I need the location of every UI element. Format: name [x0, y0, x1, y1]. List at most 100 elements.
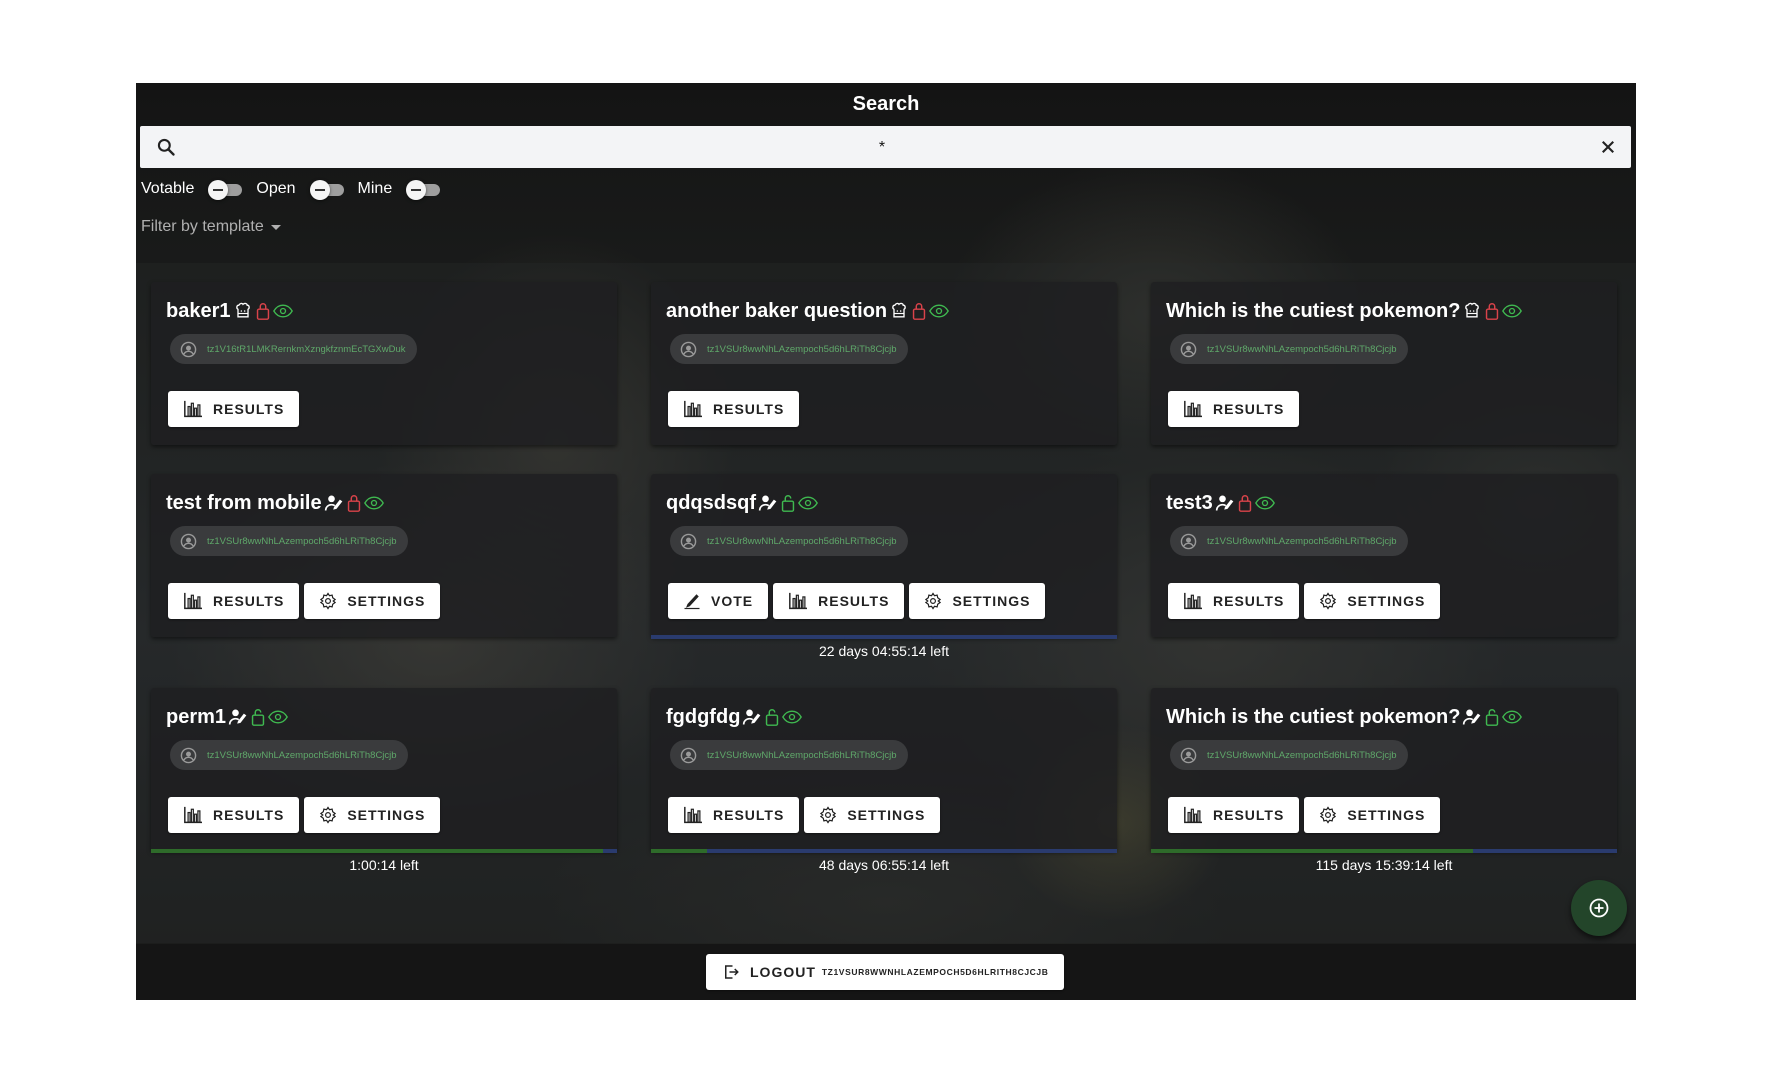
- logout-button[interactable]: LOGOUT TZ1VSUR8WWNHLAZEMPOCH5D6HLRITH8CJ…: [706, 954, 1064, 990]
- settings-button[interactable]: SETTINGS: [804, 797, 941, 833]
- lock-closed-icon: [256, 303, 269, 320]
- owner-chip[interactable]: tz1VSUr8wwNhLAzempoch5d6hLRiTh8Cjcjb: [670, 526, 908, 556]
- search-input[interactable]: [190, 126, 1574, 170]
- settings-button[interactable]: SETTINGS: [1304, 583, 1441, 619]
- poll-card: another baker question tz1VSUr8wwNhLAzemp…: [651, 282, 1117, 445]
- logout-label: LOGOUT: [750, 964, 816, 980]
- results-button[interactable]: RESULTS: [168, 391, 300, 427]
- poll-progress-fill: [1151, 849, 1473, 853]
- results-button[interactable]: RESULTS: [668, 797, 800, 833]
- owner-address: tz1VSUr8wwNhLAzempoch5d6hLRiTh8Cjcjb: [707, 343, 897, 355]
- avatar-icon: [680, 747, 697, 763]
- poll-title: Which is the cutiest pokemon?: [1166, 298, 1523, 324]
- mine-toggle[interactable]: [406, 180, 442, 200]
- search-icon: [157, 138, 175, 156]
- results-button[interactable]: RESULTS: [668, 391, 800, 427]
- poll-actions: RESULTS SETTINGS: [1168, 583, 1445, 619]
- poll-title: fgdgfdg: [666, 704, 803, 730]
- baker-icon: [235, 302, 250, 318]
- eye-icon: [798, 496, 818, 510]
- bar-chart-icon: [1184, 592, 1202, 610]
- results-button[interactable]: RESULTS: [168, 583, 300, 619]
- owner-chip[interactable]: tz1V16tR1LMKRernkmXzngkfznmEcTGXwDuk: [170, 334, 417, 364]
- settings-button-label: SETTINGS: [347, 807, 426, 823]
- poll-card: fgdgfdg tz1VSUr8wwNhLAzempoch5d6hLRiTh8Cj…: [651, 688, 1117, 873]
- settings-button-label: SETTINGS: [347, 593, 426, 609]
- owner-chip[interactable]: tz1VSUr8wwNhLAzempoch5d6hLRiTh8Cjcjb: [170, 526, 408, 556]
- time-left: 115 days 15:39:14 left: [1315, 857, 1453, 873]
- poll-actions: RESULTS SETTINGS: [168, 797, 445, 833]
- owner-address: tz1VSUr8wwNhLAzempoch5d6hLRiTh8Cjcjb: [707, 535, 897, 547]
- owner-address: tz1VSUr8wwNhLAzempoch5d6hLRiTh8Cjcjb: [207, 749, 397, 761]
- results-button[interactable]: RESULTS: [773, 583, 905, 619]
- add-poll-button[interactable]: [1571, 880, 1627, 936]
- results-button[interactable]: RESULTS: [1168, 797, 1300, 833]
- settings-button[interactable]: SETTINGS: [1304, 797, 1441, 833]
- owner-chip[interactable]: tz1VSUr8wwNhLAzempoch5d6hLRiTh8Cjcjb: [1170, 526, 1408, 556]
- bar-chart-icon: [184, 400, 202, 418]
- votable-toggle-label: Votable: [141, 180, 195, 197]
- avatar-icon: [180, 341, 197, 357]
- open-toggle-label: Open: [256, 180, 296, 197]
- settings-button[interactable]: SETTINGS: [304, 583, 441, 619]
- settings-button[interactable]: SETTINGS: [304, 797, 441, 833]
- poll-title-text: test from mobile: [166, 491, 322, 514]
- poll-title-text: Which is the cutiest pokemon?: [1166, 705, 1461, 728]
- results-button-label: RESULTS: [213, 401, 285, 417]
- poll-card: baker1 tz1V16tR1LMKRernkmXzngkfznmEcTGXwD…: [151, 282, 617, 445]
- owner-chip[interactable]: tz1VSUr8wwNhLAzempoch5d6hLRiTh8Cjcjb: [1170, 334, 1408, 364]
- poll-title-text: fgdgfdg: [666, 705, 741, 728]
- avatar-icon: [1180, 341, 1197, 357]
- caret-down-icon: [270, 224, 281, 230]
- poll-card: test from mobile tz1VSUr8wwNhLAzempoch5d6…: [151, 474, 617, 637]
- eye-icon: [1502, 304, 1523, 318]
- template-filter-label: Filter by template: [141, 218, 264, 235]
- voter-icon: [324, 495, 342, 511]
- bar-chart-icon: [789, 592, 808, 610]
- settings-button[interactable]: SETTINGS: [909, 583, 1046, 619]
- poll-progress-bar: [151, 849, 617, 853]
- poll-progress-bar: [1151, 849, 1617, 853]
- owner-address: tz1VSUr8wwNhLAzempoch5d6hLRiTh8Cjcjb: [1207, 535, 1397, 547]
- lock-closed-icon: [347, 495, 360, 512]
- lock-closed-icon: [1486, 303, 1499, 320]
- voter-icon: [1463, 709, 1481, 725]
- owner-address: tz1V16tR1LMKRernkmXzngkfznmEcTGXwDuk: [207, 343, 406, 355]
- open-toggle[interactable]: [309, 180, 346, 200]
- owner-chip[interactable]: tz1VSUr8wwNhLAzempoch5d6hLRiTh8Cjcjb: [670, 334, 908, 364]
- template-filter-dropdown[interactable]: Filter by template: [141, 218, 281, 236]
- owner-chip[interactable]: tz1VSUr8wwNhLAzempoch5d6hLRiTh8Cjcjb: [1170, 740, 1408, 770]
- poll-card: qdqsdsqf tz1VSUr8wwNhLAzempoch5d6hLRiTh8C…: [651, 474, 1117, 659]
- poll-title: baker1: [166, 298, 293, 324]
- avatar-icon: [180, 533, 197, 549]
- poll-card: Which is the cutiest pokemon? tz1VSUr8wwN…: [1151, 688, 1617, 873]
- voter-icon: [758, 495, 777, 511]
- owner-chip[interactable]: tz1VSUr8wwNhLAzempoch5d6hLRiTh8Cjcjb: [670, 740, 908, 770]
- results-button[interactable]: RESULTS: [168, 797, 300, 833]
- poll-progress-fill: [651, 849, 707, 853]
- eye-icon: [782, 710, 803, 724]
- poll-title-text: perm1: [166, 705, 227, 728]
- results-button-label: RESULTS: [213, 807, 285, 823]
- results-button-label: RESULTS: [1213, 807, 1285, 823]
- owner-address: tz1VSUr8wwNhLAzempoch5d6hLRiTh8Cjcjb: [1207, 749, 1397, 761]
- close-icon[interactable]: [1599, 138, 1617, 156]
- poll-actions: RESULTS: [168, 391, 304, 427]
- lock-closed-icon: [912, 303, 926, 320]
- owner-chip[interactable]: tz1VSUr8wwNhLAzempoch5d6hLRiTh8Cjcjb: [170, 740, 408, 770]
- results-button[interactable]: RESULTS: [1168, 583, 1300, 619]
- poll-actions: RESULTS SETTINGS: [1168, 797, 1445, 833]
- lock-open-icon: [766, 709, 779, 726]
- filter-toggles: Votable Open Mine: [141, 177, 454, 201]
- vote-button[interactable]: VOTE: [668, 583, 769, 619]
- bar-chart-icon: [684, 806, 702, 824]
- footer: LOGOUT TZ1VSUR8WWNHLAZEMPOCH5D6HLRITH8CJ…: [136, 944, 1636, 1000]
- mine-toggle-label: Mine: [357, 180, 393, 197]
- votable-toggle[interactable]: [208, 180, 244, 200]
- gear-icon: [1320, 806, 1337, 824]
- time-left: 48 days 06:55:14 left: [819, 857, 949, 873]
- owner-address: tz1VSUr8wwNhLAzempoch5d6hLRiTh8Cjcjb: [707, 749, 897, 761]
- bar-chart-icon: [1184, 400, 1202, 418]
- results-button[interactable]: RESULTS: [1168, 391, 1300, 427]
- poll-actions: RESULTS SETTINGS: [668, 797, 945, 833]
